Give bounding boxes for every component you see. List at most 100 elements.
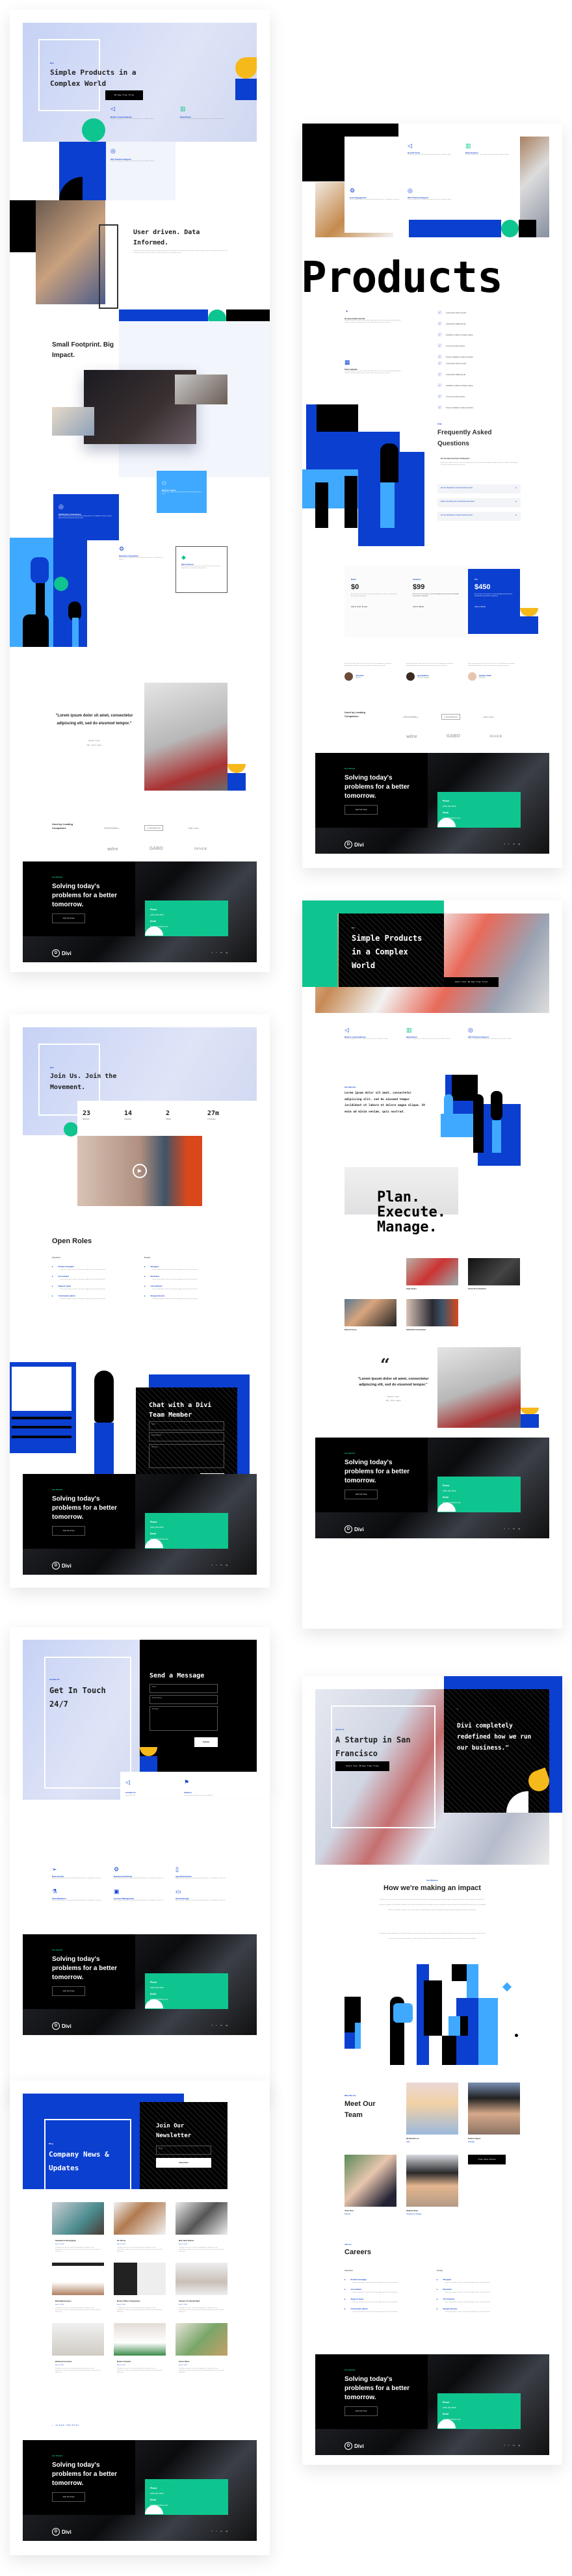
price-cta[interactable]: Join Now: [474, 605, 514, 608]
faq-toggle[interactable]: Do You Have/Have You Ever Had Any Pets?: [437, 512, 521, 521]
price-cta[interactable]: Join For Free: [351, 605, 400, 608]
facebook-icon[interactable]: f: [212, 2530, 213, 2532]
role-item[interactable]: IllustratorLorem ipsum dolor sit amet, c…: [437, 2288, 518, 2294]
post-image[interactable]: [114, 2263, 166, 2295]
older-entries-link[interactable]: « OLDER ENTRIES: [52, 2424, 79, 2426]
view-open-roles-button[interactable]: View Open Roles: [468, 2155, 506, 2164]
role-item[interactable]: Community adminLorem ipsum dolor sit ame…: [52, 1295, 133, 1300]
post-image[interactable]: [52, 2263, 104, 2295]
post-title[interactable]: Smartphone Photography: [55, 2240, 101, 2242]
role-item[interactable]: AccountantLorem ipsum dolor sit amet, co…: [344, 2288, 426, 2294]
role-item[interactable]: Support head Lorem ipsum dolor sit amet, …: [344, 2298, 426, 2304]
submit-button[interactable]: Submit: [194, 1737, 218, 1747]
linkedin-icon[interactable]: in: [220, 1564, 222, 1566]
role-item[interactable]: UX Architect Lorem ipsum dolor sit amet, …: [437, 2298, 518, 2304]
subscribe-button[interactable]: Subscribe: [156, 2158, 211, 2168]
facebook-icon[interactable]: f: [504, 2444, 505, 2447]
post-card[interactable]: Modern Ceramics Feb 12, 2019 Curabitur arc…: [114, 2323, 166, 2374]
post-card[interactable]: On The Go Feb 12, 2019 Curabitur arcu erat…: [114, 2202, 166, 2253]
role-item[interactable]: IllustratorLorem ipsum dolor sit amet, c…: [144, 1275, 226, 1281]
faq-open-item[interactable]: Do You Have Any Trips Coming Up? Lorem i…: [441, 458, 519, 466]
footer-logo[interactable]: D Divi: [52, 949, 72, 957]
twitter-icon[interactable]: t: [508, 843, 509, 845]
role-item[interactable]: Community adminLorem ipsum dolor sit ame…: [344, 2307, 426, 2313]
role-item[interactable]: Design directorLorem ipsum dolor sit ame…: [144, 1295, 226, 1300]
post-title[interactable]: On The Go: [117, 2240, 162, 2242]
team-photo[interactable]: [344, 2155, 396, 2207]
linkedin-icon[interactable]: in: [513, 1527, 514, 1530]
hero-cta-button[interactable]: 30 Day Free Trial: [105, 90, 143, 100]
footer-logo[interactable]: D Divi: [344, 1525, 364, 1533]
footer-join-button[interactable]: Join For Free: [344, 805, 378, 815]
post-image[interactable]: [114, 2202, 166, 2235]
post-card[interactable]: Working From Home Feb 12, 2019 Curabitur a…: [52, 2323, 104, 2374]
landing-cta-button[interactable]: Start Your 30 Day Free Trial: [444, 977, 499, 987]
price-cta[interactable]: Join Now: [413, 605, 462, 608]
post-title[interactable]: Must Have Devices: [179, 2240, 224, 2242]
message-input[interactable]: Message: [149, 1444, 224, 1468]
footer-logo[interactable]: D Divi: [52, 2528, 72, 2536]
instagram-icon[interactable]: ig: [226, 2530, 228, 2532]
post-card[interactable]: Must Have Devices Feb 12, 2019 Curabitur a…: [176, 2202, 228, 2253]
facebook-icon[interactable]: f: [212, 1564, 213, 1566]
post-image[interactable]: [176, 2263, 228, 2295]
topic-item[interactable]: ▯ App Performance Mauris blandit aliquet e…: [176, 1867, 237, 1880]
faq-toggle[interactable]: What's Something You Could Teach Me Abou…: [437, 498, 521, 507]
gallery-image[interactable]: [406, 1299, 458, 1326]
linkedin-icon[interactable]: in: [220, 2024, 222, 2027]
instagram-icon[interactable]: ig: [519, 1527, 520, 1530]
linkedin-icon[interactable]: in: [220, 2530, 222, 2532]
post-image[interactable]: [176, 2202, 228, 2235]
gallery-image[interactable]: [344, 1299, 396, 1326]
post-card[interactable]: 6 Books You Should Read Feb 12, 2019 Curab…: [176, 2263, 228, 2313]
topic-item[interactable]: ⚙ Dashboard Settings Mauris blandit alique…: [114, 1867, 176, 1880]
team-video[interactable]: ▶: [77, 1136, 202, 1206]
footer-join-button[interactable]: Join For Free: [344, 1490, 378, 1499]
team-photo[interactable]: [406, 2083, 458, 2135]
post-title[interactable]: Working From Home: [55, 2361, 101, 2363]
post-image[interactable]: [176, 2323, 228, 2356]
instagram-icon[interactable]: ig: [519, 2444, 520, 2447]
instagram-icon[interactable]: ig: [519, 843, 520, 845]
post-card[interactable]: Smartphone Photography Feb 12, 2019 Curabi…: [52, 2202, 104, 2253]
email-input[interactable]: Email Address: [149, 1432, 224, 1441]
facebook-icon[interactable]: f: [504, 1527, 505, 1530]
footer-join-button[interactable]: Join For Free: [52, 913, 85, 923]
post-image[interactable]: [52, 2323, 104, 2356]
linkedin-icon[interactable]: in: [220, 951, 222, 954]
topic-item[interactable]: ⚗ Team Members Mauris blandit aliquet elit…: [52, 1889, 114, 1902]
post-image[interactable]: [52, 2202, 104, 2235]
linkedin-icon[interactable]: in: [513, 2444, 514, 2447]
name-input[interactable]: Name: [150, 1684, 218, 1693]
topic-item[interactable]: ▭ Cloud Storage Mauris blandit aliquet eli…: [176, 1889, 237, 1902]
gallery-image[interactable]: [406, 1258, 458, 1285]
footer-logo[interactable]: D Divi: [52, 2022, 72, 2030]
footer-logo[interactable]: D Divi: [344, 2442, 364, 2450]
role-item[interactable]: Support head Lorem ipsum dolor sit amet, …: [52, 1285, 133, 1291]
post-card[interactable]: Indoor Plants Feb 12, 2019 Curabitur arcu …: [176, 2323, 228, 2374]
team-photo[interactable]: [468, 2083, 520, 2135]
post-title[interactable]: 6 Books You Should Read: [179, 2300, 224, 2302]
role-item[interactable]: DesignerLorem ipsum dolor sit amet, cons…: [437, 2278, 518, 2284]
role-item[interactable]: AccountantLorem ipsum dolor sit amet, co…: [52, 1275, 133, 1281]
role-item[interactable]: Product managerLorem ipsum dolor sit ame…: [344, 2278, 426, 2284]
post-title[interactable]: Modern Office Arrangements: [117, 2300, 162, 2302]
twitter-icon[interactable]: t: [508, 1527, 509, 1530]
instagram-icon[interactable]: ig: [226, 2024, 228, 2027]
about-cta-button[interactable]: Start Your 30 Day Free Trial: [335, 1761, 389, 1771]
newsletter-email-input[interactable]: Email: [156, 2146, 211, 2155]
role-item[interactable]: Product managerLorem ipsum dolor sit ame…: [52, 1265, 133, 1271]
role-item[interactable]: DesignerLorem ipsum dolor sit amet, cons…: [144, 1265, 226, 1271]
post-card[interactable]: MinimalDeskspaces Feb 12, 2019 Curabitur a…: [52, 2263, 104, 2313]
post-title[interactable]: Indoor Plants: [179, 2361, 224, 2363]
post-card[interactable]: Modern Office Arrangements Feb 12, 2019 Cu…: [114, 2263, 166, 2313]
facebook-icon[interactable]: f: [504, 843, 505, 845]
team-photo[interactable]: [406, 2155, 458, 2207]
faq-toggle[interactable]: Do You Have/Have You Ever Had Any Pets?: [437, 484, 521, 493]
role-item[interactable]: Design directorLorem ipsum dolor sit ame…: [437, 2307, 518, 2313]
play-icon[interactable]: ▶: [133, 1164, 147, 1178]
post-title[interactable]: Modern Ceramics: [117, 2361, 162, 2363]
email-input[interactable]: Email Address: [150, 1695, 218, 1704]
role-item[interactable]: UX Architect Lorem ipsum dolor sit amet, …: [144, 1285, 226, 1291]
footer-join-button[interactable]: Join For Free: [52, 2492, 85, 2502]
